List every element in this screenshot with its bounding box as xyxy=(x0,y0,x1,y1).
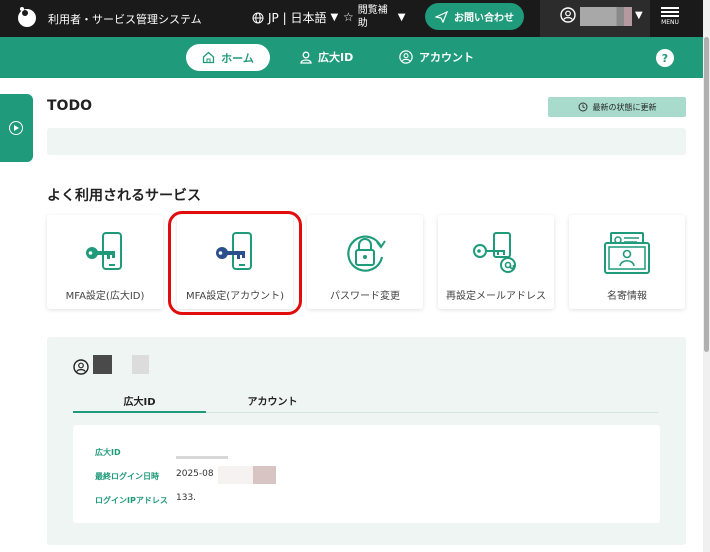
phone-key-icon xyxy=(86,232,122,270)
service-label: 名寄情報 xyxy=(607,291,647,302)
chevron-down-icon: ▼ xyxy=(635,10,643,21)
refresh-label: 最新の状態に更新 xyxy=(592,102,657,112)
app-title: 利用者・サービス管理システム xyxy=(48,13,202,26)
service-card-password-change[interactable]: パスワード変更 xyxy=(307,215,423,309)
service-label: パスワード変更 xyxy=(330,291,400,302)
refresh-clock-icon xyxy=(578,102,587,112)
contact-button[interactable]: お問い合わせ xyxy=(425,3,524,30)
tab-kodai-id[interactable]: 広大ID xyxy=(73,393,206,413)
help-icon[interactable]: ? xyxy=(656,49,674,67)
field-label-login-ip: ログインIPアドレス xyxy=(95,496,168,505)
refresh-button[interactable]: 最新の状態に更新 xyxy=(548,97,686,117)
lock-refresh-icon xyxy=(347,235,386,272)
user-menu[interactable]: ▼ xyxy=(540,0,650,37)
service-card-nayose-info[interactable]: 名寄情報 xyxy=(569,215,685,309)
user-circle-icon xyxy=(560,7,576,23)
menu-label: MENU xyxy=(661,19,679,26)
nav-home-label: ホーム xyxy=(221,51,254,65)
side-panel-toggle[interactable] xyxy=(0,94,33,162)
tab-account[interactable]: アカウント xyxy=(206,393,339,413)
redacted-date xyxy=(218,466,276,484)
field-label-kodai-id: 広大ID xyxy=(95,448,121,457)
redacted-username xyxy=(580,7,632,26)
nav-account[interactable]: アカウント xyxy=(399,49,474,65)
key-mail-icon xyxy=(473,232,516,273)
nav-kodai-id[interactable]: 広大ID xyxy=(300,49,353,65)
service-label: MFA設定(広大ID) xyxy=(65,291,145,302)
service-card-recovery-email[interactable]: 再設定メールアドレス xyxy=(438,215,554,309)
star-icon: ☆ xyxy=(343,9,354,24)
main-nav: ホーム 広大ID アカウント ? xyxy=(0,37,703,78)
redacted-name xyxy=(93,355,112,374)
accessibility-assist[interactable]: ☆ 閲覧補助 ▼ xyxy=(343,4,405,30)
language-selector[interactable]: JP | 日本語 ▼ xyxy=(252,9,338,26)
todo-list xyxy=(47,128,686,155)
account-info-box xyxy=(73,425,660,523)
highlight-annotation xyxy=(168,211,302,315)
services-title: よく利用されるサービス xyxy=(47,188,201,204)
person-icon xyxy=(300,51,312,64)
service-card-mfa-kodai-id[interactable]: MFA設定(広大ID) xyxy=(47,215,163,309)
language-label: JP | 日本語 xyxy=(268,11,327,25)
nav-home[interactable]: ホーム xyxy=(186,44,270,71)
profile-box-icon xyxy=(604,232,650,274)
chevron-down-icon: ▼ xyxy=(330,12,339,23)
user-circle-icon xyxy=(73,359,89,375)
nav-kodai-id-label: 広大ID xyxy=(318,51,354,64)
field-label-last-login: 最終ログイン日時 xyxy=(95,472,159,481)
scrollbar[interactable] xyxy=(703,0,710,552)
contact-label: お問い合わせ xyxy=(454,13,514,24)
service-label: 再設定メールアドレス xyxy=(446,291,546,302)
redacted-kodai-id xyxy=(176,456,228,459)
todo-title: TODO xyxy=(47,98,92,114)
logo-icon[interactable] xyxy=(16,6,38,28)
user-circle-icon xyxy=(399,50,413,64)
field-value-login-ip: 133. xyxy=(176,493,197,503)
globe-icon xyxy=(252,12,264,23)
home-icon xyxy=(203,51,215,64)
tab-active-indicator xyxy=(73,411,206,413)
top-bar: 利用者・サービス管理システム JP | 日本語 ▼ ☆ 閲覧補助 ▼ お問い合わ… xyxy=(0,0,703,37)
assist-label: 閲覧補助 xyxy=(357,5,388,29)
menu-button[interactable]: MENU xyxy=(658,5,682,26)
paper-plane-icon xyxy=(435,10,448,23)
field-value-last-login: 2025-08 xyxy=(176,469,214,479)
chevron-down-icon: ▼ xyxy=(397,11,406,23)
nav-account-label: アカウント xyxy=(419,51,474,64)
redacted-name xyxy=(132,355,149,374)
scrollbar-thumb[interactable] xyxy=(704,37,709,352)
